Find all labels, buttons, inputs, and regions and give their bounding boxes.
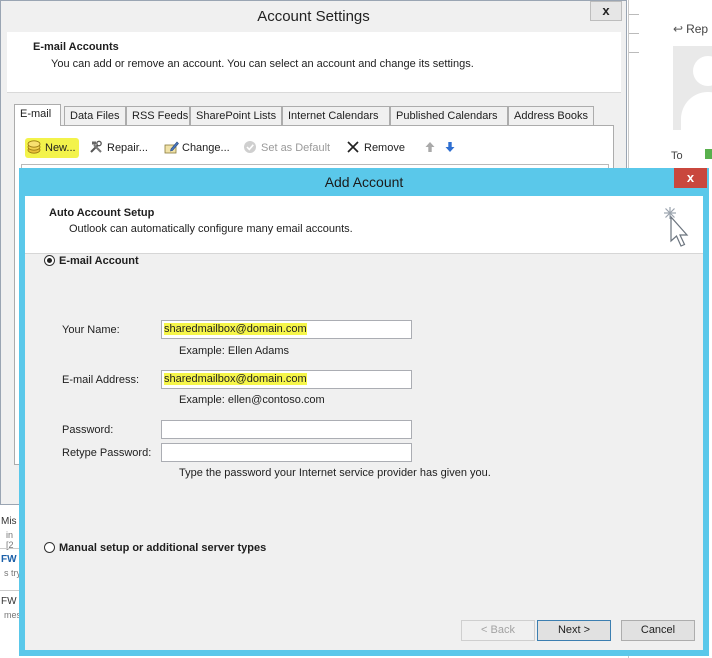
dialog-body: Auto Account Setup Outlook can automatic… [25,196,703,650]
check-circle-icon [244,141,256,153]
email-address-input[interactable]: sharedmailbox@domain.com [161,370,412,389]
list-item[interactable]: FW [1,554,17,565]
your-name-label: Your Name: [62,324,120,336]
header-title: Auto Account Setup [49,207,155,219]
header-description: Outlook can automatically configure many… [69,223,353,235]
retype-password-label: Retype Password: [62,447,152,459]
tab-data-files[interactable]: Data Files [64,106,126,125]
account-settings-header: E-mail Accounts You can add or remove an… [7,32,621,93]
email-account-radio[interactable] [44,255,55,266]
manual-setup-radio[interactable] [44,542,55,553]
email-address-value: sharedmailbox@domain.com [164,373,307,385]
remove-x-icon [347,141,359,153]
account-settings-titlebar[interactable]: Account Settings [1,1,626,32]
header-title: E-mail Accounts [33,41,119,53]
list-item[interactable]: FW [1,596,17,607]
move-up-button[interactable] [423,138,441,158]
close-button[interactable]: x [590,1,622,21]
set-as-default-button[interactable]: Set as Default [243,138,330,158]
close-button[interactable]: x [674,168,707,188]
to-label: To [671,150,683,162]
change-icon [164,141,179,154]
tab-rss-feeds[interactable]: RSS Feeds [126,106,190,125]
header-description: You can add or remove an account. You ca… [51,58,474,70]
tab-published-calendars[interactable]: Published Calendars [390,106,508,125]
arrow-down-icon [445,142,455,152]
add-account-titlebar[interactable]: Add Account [19,168,709,196]
name-example: Example: Ellen Adams [179,345,290,357]
auto-setup-header: Auto Account Setup Outlook can automatic… [25,196,703,254]
password-hint: Type the password your Internet service … [179,467,491,479]
repair-button[interactable]: Repair... [89,138,148,158]
email-account-option[interactable]: E-mail Account [44,255,139,267]
next-button[interactable]: Next > [537,620,611,641]
change-button[interactable]: Change... [164,138,230,158]
list-item[interactable]: Mis [1,516,17,527]
your-name-value: sharedmailbox@domain.com [164,323,307,335]
your-name-input[interactable]: sharedmailbox@domain.com [161,320,412,339]
reply-icon: ↩ [673,22,684,36]
tab-internet-calendars[interactable]: Internet Calendars [282,106,390,125]
new-account-icon [27,140,41,154]
arrow-up-icon [425,142,435,152]
pane-edge [629,14,639,74]
setup-wizard-icon [664,207,689,247]
password-input[interactable] [161,420,412,439]
window-title: Account Settings [257,8,370,25]
retype-password-input[interactable] [161,443,412,462]
password-label: Password: [62,424,114,436]
email-address-label: E-mail Address: [62,374,140,386]
add-account-dialog: Add Account x Auto Account Setup Outlook… [19,168,709,656]
manual-setup-option[interactable]: Manual setup or additional server types [44,542,266,554]
back-button[interactable]: < Back [461,620,535,641]
dialog-title: Add Account [324,174,404,190]
move-down-button[interactable] [443,138,461,158]
tab-sharepoint-lists[interactable]: SharePoint Lists [190,106,282,125]
new-account-button[interactable]: New... [25,138,79,158]
contact-photo [673,46,712,132]
repair-tools-icon [90,140,102,153]
tab-address-books[interactable]: Address Books [508,106,594,125]
tab-email[interactable]: E-mail [14,104,61,126]
cancel-button[interactable]: Cancel [621,620,695,641]
reply-button[interactable]: ↩ Rep [673,22,708,36]
email-example: Example: ellen@contoso.com [179,394,325,406]
presence-indicator [705,149,712,159]
remove-button[interactable]: Remove [346,138,405,158]
